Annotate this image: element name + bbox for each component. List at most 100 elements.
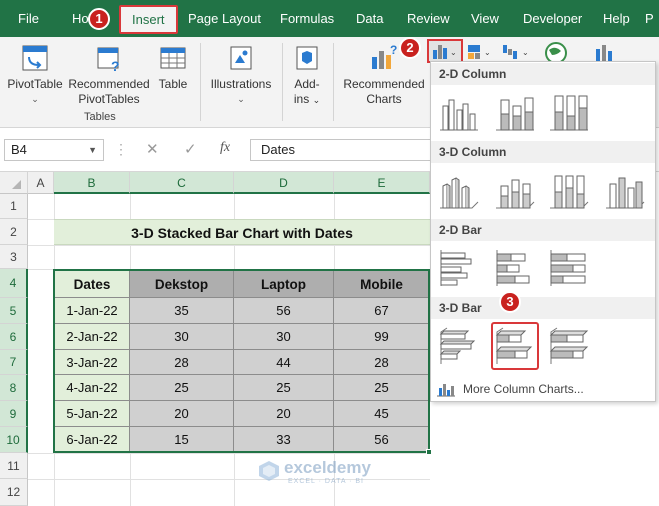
- waterfall-chart-button[interactable]: ⌄: [500, 41, 534, 61]
- menu-help[interactable]: Help: [603, 0, 630, 37]
- row-header-7[interactable]: 7: [0, 350, 28, 375]
- table-header-mobile[interactable]: Mobile: [334, 269, 430, 298]
- table-header-laptop[interactable]: Laptop: [234, 269, 334, 298]
- 3d-clustered-bar-option[interactable]: [437, 324, 481, 368]
- row-header-2[interactable]: 2: [0, 219, 28, 245]
- menu-formulas[interactable]: Formulas: [280, 0, 334, 37]
- table-cell-mobile[interactable]: 45: [334, 401, 430, 427]
- table-cell-date[interactable]: 2-Jan-22: [54, 324, 130, 350]
- menu-page-layout[interactable]: Page Layout: [188, 0, 261, 37]
- col-header-a[interactable]: A: [28, 172, 54, 194]
- column-chart-button[interactable]: ⌄: [427, 39, 463, 63]
- step-3-badge: 3: [499, 291, 521, 313]
- table-cell-laptop[interactable]: 30: [234, 324, 334, 350]
- table-cell-desktop[interactable]: 30: [130, 324, 234, 350]
- menu-home[interactable]: Ho: [72, 0, 89, 37]
- menu-insert[interactable]: Insert: [119, 5, 178, 34]
- more-column-charts-link[interactable]: More Column Charts...: [463, 382, 584, 396]
- clustered-bar-option[interactable]: [437, 246, 481, 290]
- clustered-column-option[interactable]: [437, 90, 481, 134]
- table-cell-mobile[interactable]: 56: [334, 427, 430, 453]
- menu-more[interactable]: P: [645, 0, 654, 37]
- 3d-stacked-bar-option[interactable]: [491, 322, 539, 370]
- table-cell-desktop[interactable]: 35: [130, 298, 234, 324]
- addins-icon: [296, 46, 318, 70]
- row-header-4[interactable]: 4: [0, 269, 28, 298]
- fx-icon[interactable]: fx: [220, 140, 230, 156]
- 100-stacked-column-icon: [550, 95, 588, 131]
- row-header-11[interactable]: 11: [0, 453, 28, 479]
- col-header-b[interactable]: B: [54, 172, 130, 194]
- row-header-5[interactable]: 5: [0, 298, 28, 324]
- formula-input[interactable]: Dates: [250, 139, 430, 161]
- 3d-100-stacked-column-icon: [550, 175, 589, 209]
- recommended-pivot-label-2: PivotTables: [78, 92, 140, 106]
- svg-text:?: ?: [111, 58, 120, 73]
- table-cell-desktop[interactable]: 15: [130, 427, 234, 453]
- svg-text:⌄: ⌄: [484, 48, 491, 57]
- 100-stacked-bar-icon: [550, 250, 586, 286]
- hierarchy-chart-button[interactable]: ⌄: [466, 41, 496, 61]
- menu-view[interactable]: View: [471, 0, 499, 37]
- row-header-3[interactable]: 3: [0, 245, 28, 269]
- recommended-pivottables-button[interactable]: ? Recommended PivotTables: [66, 43, 152, 107]
- row-header-8[interactable]: 8: [0, 375, 28, 401]
- row-header-12[interactable]: 12: [0, 479, 28, 506]
- table-cell-date[interactable]: 4-Jan-22: [54, 375, 130, 401]
- table-cell-laptop[interactable]: 44: [234, 350, 334, 375]
- enter-check-icon[interactable]: ✓: [184, 140, 197, 158]
- waterfall-chart-icon: ⌄: [503, 45, 529, 59]
- table-cell-mobile[interactable]: 99: [334, 324, 430, 350]
- recommended-charts-label-1: Recommended: [343, 77, 425, 91]
- menu-data[interactable]: Data: [356, 0, 383, 37]
- table-cell-desktop[interactable]: 25: [130, 375, 234, 401]
- select-all-corner[interactable]: [0, 172, 28, 194]
- stacked-column-option[interactable]: [493, 90, 537, 134]
- table-cell-mobile[interactable]: 67: [334, 298, 430, 324]
- row-header-10[interactable]: 10: [0, 427, 28, 453]
- table-cell-date[interactable]: 3-Jan-22: [54, 350, 130, 375]
- 3d-clustered-column-option[interactable]: [437, 168, 481, 212]
- 100-stacked-column-option[interactable]: [547, 90, 591, 134]
- table-button[interactable]: Table: [154, 43, 192, 92]
- 3d-column-option[interactable]: [603, 168, 647, 212]
- row-header-6[interactable]: 6: [0, 324, 28, 350]
- menu-file[interactable]: File: [18, 0, 39, 37]
- table-cell-laptop[interactable]: 33: [234, 427, 334, 453]
- addins-label-1: Add-: [294, 77, 320, 91]
- 3d-stacked-column-option[interactable]: [493, 168, 537, 212]
- 3d-stacked-bar-icon: [495, 327, 533, 364]
- col-header-d[interactable]: D: [234, 172, 334, 194]
- table-header-desktop[interactable]: Dekstop: [130, 269, 234, 298]
- table-cell-mobile[interactable]: 28: [334, 350, 430, 375]
- 100-stacked-bar-option[interactable]: [547, 246, 591, 290]
- table-cell-laptop[interactable]: 25: [234, 375, 334, 401]
- table-cell-date[interactable]: 1-Jan-22: [54, 298, 130, 324]
- cancel-icon[interactable]: ✕: [146, 140, 159, 158]
- col-header-e[interactable]: E: [334, 172, 430, 194]
- addins-button[interactable]: Add- ins ⌄: [286, 43, 328, 108]
- table-cell-mobile[interactable]: 25: [334, 375, 430, 401]
- fill-handle[interactable]: [426, 449, 432, 455]
- table-cell-laptop[interactable]: 56: [234, 298, 334, 324]
- stacked-bar-option[interactable]: [493, 246, 537, 290]
- table-header-dates[interactable]: Dates: [54, 269, 130, 298]
- row-header-1[interactable]: 1: [0, 194, 28, 219]
- menu-developer[interactable]: Developer: [523, 0, 582, 37]
- gridline: [28, 479, 430, 480]
- illustrations-button[interactable]: Illustrations ⌄: [206, 43, 276, 107]
- col-header-c[interactable]: C: [130, 172, 234, 194]
- row-header-9[interactable]: 9: [0, 401, 28, 427]
- menu-review[interactable]: Review: [407, 0, 450, 37]
- table-cell-desktop[interactable]: 20: [130, 401, 234, 427]
- table-cell-date[interactable]: 6-Jan-22: [54, 427, 130, 453]
- table-cell-laptop[interactable]: 20: [234, 401, 334, 427]
- 3d-100-stacked-bar-option[interactable]: [547, 324, 591, 368]
- sheet-title-cell[interactable]: 3-D Stacked Bar Chart with Dates: [54, 219, 430, 245]
- table-cell-date[interactable]: 5-Jan-22: [54, 401, 130, 427]
- 3d-100-stacked-column-option[interactable]: [547, 168, 591, 212]
- name-box-value: B4: [11, 142, 27, 157]
- pivottable-button[interactable]: PivotTable ⌄: [6, 43, 64, 107]
- table-cell-desktop[interactable]: 28: [130, 350, 234, 375]
- name-box[interactable]: B4 ▼: [4, 139, 104, 161]
